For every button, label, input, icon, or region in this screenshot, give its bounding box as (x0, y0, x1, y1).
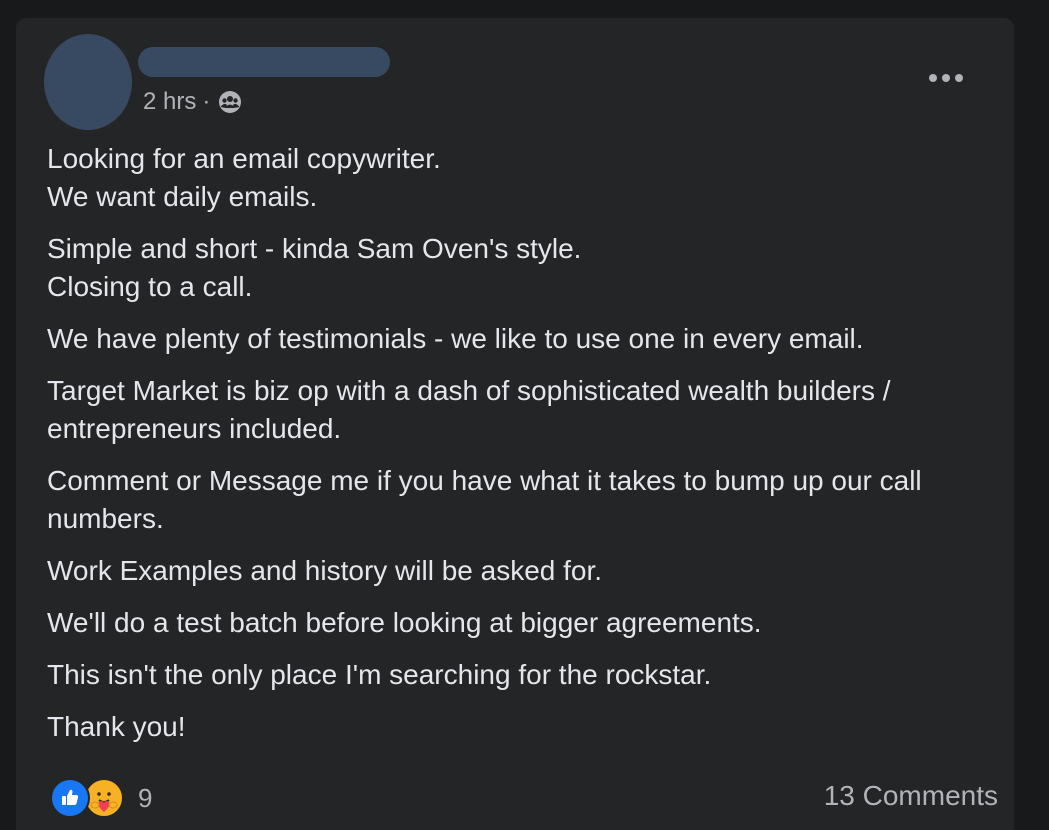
more-options-button[interactable] (924, 66, 968, 90)
post-paragraph: Work Examples and history will be asked … (47, 555, 603, 586)
group-audience-icon[interactable] (218, 90, 242, 114)
post-paragraph: Thank you! (47, 711, 186, 742)
post-paragraph: Simple and short - kinda Sam Oven's styl… (47, 233, 582, 302)
post-card: 2 hrs · Looking for an email copywriter.… (16, 18, 1014, 830)
post-footer: 9 13 Comments (50, 774, 998, 818)
more-options-icon (929, 74, 963, 82)
meta-separator: · (202, 88, 211, 115)
post-paragraph: This isn't the only place I'm searching … (47, 659, 712, 690)
post-paragraph: Looking for an email copywriter. We want… (47, 143, 441, 212)
reactions-summary[interactable]: 9 (50, 778, 152, 818)
post-paragraph: Target Market is biz op with a dash of s… (47, 375, 891, 444)
author-name-redacted[interactable] (138, 47, 390, 77)
care-reaction-icon (84, 778, 124, 818)
like-reaction-icon (50, 778, 90, 818)
comments-count-link[interactable]: 13 Comments (824, 780, 998, 812)
reaction-count: 9 (138, 782, 153, 813)
post-timestamp[interactable]: 2 hrs (143, 88, 196, 116)
post-paragraph: We'll do a test batch before looking at … (47, 607, 762, 638)
post-paragraph: We have plenty of testimonials - we like… (47, 323, 864, 354)
post-paragraph: Comment or Message me if you have what i… (47, 465, 922, 534)
avatar-redacted[interactable] (44, 34, 132, 130)
post-meta: 2 hrs · (143, 88, 242, 116)
feed-page: 2 hrs · Looking for an email copywriter.… (0, 0, 1049, 830)
post-text: Looking for an email copywriter. We want… (47, 140, 987, 746)
